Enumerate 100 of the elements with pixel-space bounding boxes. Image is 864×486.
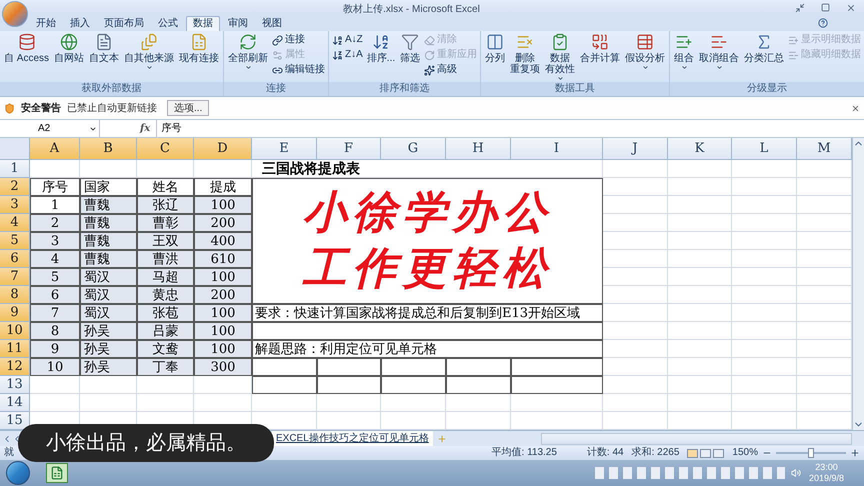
row-header[interactable]: 6 [0,250,30,268]
row-header[interactable]: 5 [0,232,30,250]
bordered-cell[interactable] [317,376,381,394]
sheet-cell[interactable] [732,178,797,196]
maximize-icon[interactable] [821,3,830,12]
column-header[interactable]: C [137,138,194,160]
start-button[interactable] [6,461,30,485]
sheet-cell[interactable] [603,394,668,412]
row-header[interactable]: 13 [0,376,30,394]
row-header[interactable]: 14 [0,394,30,412]
sheet-cell[interactable] [732,214,797,232]
bordered-cell[interactable] [511,376,603,394]
speaker-icon[interactable] [790,468,801,478]
column-header[interactable]: K [668,138,732,160]
ribbon-button[interactable]: 数据 有效性 [544,33,576,82]
vertical-scrollbar[interactable] [852,138,864,430]
ribbon-tab[interactable]: 页面布局 [98,16,150,31]
bordered-cell[interactable] [381,358,446,376]
row-header[interactable]: 8 [0,286,30,304]
bordered-cell[interactable] [446,376,511,394]
row-header[interactable]: 1 [0,160,30,178]
ribbon-button[interactable]: 组合 [673,33,696,71]
sheet-cell[interactable] [732,268,797,286]
sheet-cell[interactable] [603,160,668,178]
sheet-cell[interactable] [732,304,797,322]
zoom-in-icon[interactable] [850,448,860,458]
normal-view-icon[interactable] [687,448,698,458]
sheet-cell[interactable] [732,322,797,340]
ribbon-tab[interactable]: 审阅 [222,16,254,31]
bordered-cell[interactable] [252,358,317,376]
column-header[interactable]: L [732,138,797,160]
sheet-cell[interactable] [668,250,732,268]
ribbon-small-button[interactable]: A↓Z [332,33,363,47]
sheet-cell[interactable] [732,358,797,376]
sheet-cell[interactable] [732,394,797,412]
ribbon-button[interactable]: 分类汇总 [743,33,786,64]
sheet-cell[interactable] [668,304,732,322]
sheet-cell[interactable] [30,394,80,412]
sheet-cell[interactable] [668,232,732,250]
minimize-icon[interactable] [795,2,805,12]
sheet-cell[interactable] [668,358,732,376]
sheet-cell[interactable] [137,394,194,412]
column-header[interactable]: F [317,138,381,160]
ribbon-small-button[interactable]: 编辑链接 [272,63,326,77]
ribbon-button[interactable]: 分列 [484,33,506,64]
select-all-corner[interactable] [0,138,30,160]
zoom-thumb[interactable] [808,448,814,458]
column-header[interactable]: D [194,138,252,160]
zoom-level[interactable]: 150% [732,446,758,460]
sheet-cell[interactable] [668,286,732,304]
ribbon-tab[interactable]: 视图 [256,16,288,31]
bordered-cell[interactable] [317,358,381,376]
sheet-cell[interactable] [194,394,252,412]
page-layout-icon[interactable] [700,448,712,458]
column-header[interactable]: J [603,138,668,160]
sheet-tab[interactable]: EXCEL操作技巧之定位可见单元格 [272,431,433,446]
ribbon-button[interactable]: 筛选 [399,33,422,64]
sheet-cell[interactable] [668,196,732,214]
ribbon-tab[interactable]: 插入 [64,16,96,31]
column-header[interactable]: B [80,138,137,160]
row-header[interactable]: 3 [0,196,30,214]
column-header[interactable]: I [511,138,603,160]
sheet-cell[interactable] [732,250,797,268]
row-header[interactable]: 9 [0,304,30,322]
ribbon-small-button[interactable]: Z↓A [332,48,363,62]
row-header[interactable]: 15 [0,412,30,430]
ribbon-button[interactable]: 自网站 [53,33,86,64]
ribbon-tab[interactable]: 公式 [152,16,184,31]
bordered-cell[interactable] [511,358,603,376]
close-icon[interactable] [846,2,856,12]
ribbon-small-button[interactable]: 高级 [424,63,478,77]
row-header[interactable]: 4 [0,214,30,232]
sheet-cell[interactable] [732,160,797,178]
ribbon-small-button[interactable]: 连接 [272,33,326,47]
ribbon-button[interactable]: 删除 重复项 [509,33,542,75]
ribbon-button[interactable]: 假设分析 [624,33,666,71]
bordered-cell[interactable] [381,376,446,394]
ribbon-button[interactable]: 现有连接 [178,33,220,64]
bordered-cell[interactable] [252,376,317,394]
close-icon[interactable] [851,104,860,112]
ribbon-button[interactable]: 取消组合 [698,33,740,71]
sheet-cell[interactable] [668,160,732,178]
sheet-cell[interactable] [732,340,797,358]
sheet-cell[interactable] [668,340,732,358]
sheet-cell[interactable] [668,178,732,196]
ribbon-button[interactable]: 自 Access [3,33,50,64]
sheet-cell[interactable] [668,214,732,232]
function-icon[interactable]: fx [140,121,150,136]
formula-field[interactable]: 序号 [156,120,864,137]
row-header[interactable]: 10 [0,322,30,340]
ribbon-tab[interactable]: 开始 [30,16,62,31]
row-header[interactable]: 12 [0,358,30,376]
sheet-cell[interactable] [668,268,732,286]
column-header[interactable]: E [252,138,317,160]
sheet-cell[interactable] [732,376,797,394]
help-icon[interactable] [818,18,828,28]
excel-taskbar-icon[interactable] [46,463,68,483]
sheet-cell[interactable] [668,394,732,412]
ribbon-button[interactable]: 自文本 [88,33,120,64]
column-header[interactable]: H [446,138,511,160]
